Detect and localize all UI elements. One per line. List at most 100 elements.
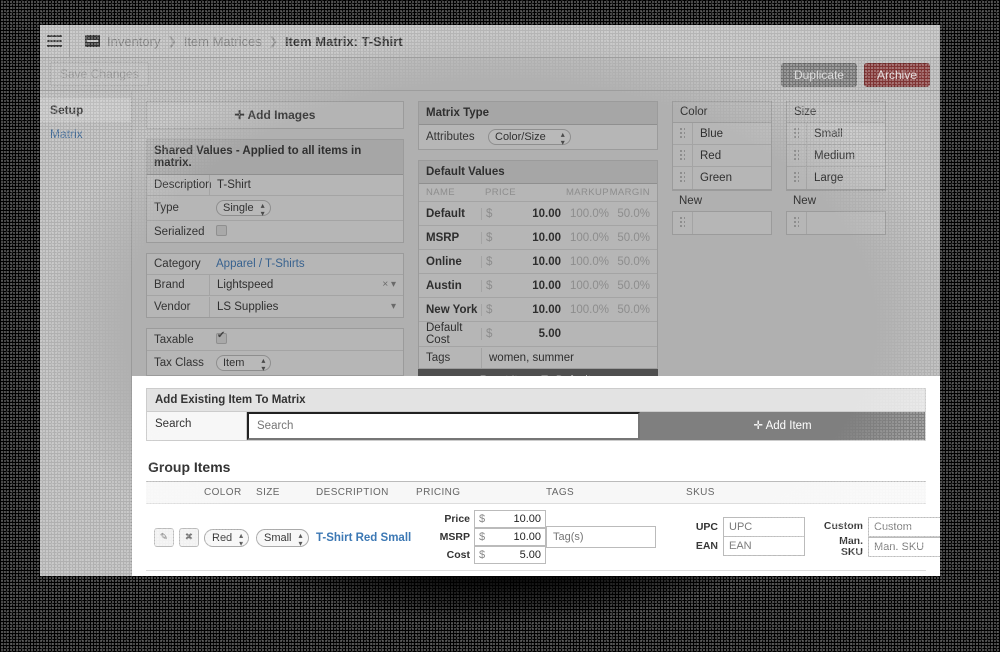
cost-field[interactable]: $ 5.00 <box>474 546 546 564</box>
table-row: Online $ 10.00 100.0% 50.0% <box>419 250 657 274</box>
breadcrumb: Inventory ❯ Item Matrices ❯ Item Matrix:… <box>70 34 403 49</box>
list-item[interactable]: Large <box>787 167 885 189</box>
tax-class-select[interactable]: Item ▴ ▾ <box>216 355 272 373</box>
row-size-cell: Small ▴ ▾ <box>256 528 316 548</box>
row-margin: 50.0% <box>617 279 650 292</box>
description-label: Description <box>154 179 212 191</box>
sidebar-item-matrix[interactable]: Matrix <box>40 122 131 146</box>
cost-value: 5.00 <box>519 549 541 561</box>
action-bar: Save Changes Duplicate Archive <box>40 58 940 91</box>
list-item[interactable]: Small <box>787 122 885 145</box>
item-description-link[interactable]: T-Shirt Red Small <box>316 532 411 544</box>
custom-input[interactable] <box>868 516 940 537</box>
row-price[interactable]: 10.00 <box>499 256 561 268</box>
list-item[interactable]: Medium <box>787 144 885 167</box>
search-label: Search <box>147 412 247 440</box>
duplicate-button[interactable]: Duplicate <box>780 63 857 87</box>
drag-handle-icon[interactable] <box>787 144 807 167</box>
vendor-field[interactable]: LS Supplies ▾ <box>209 296 403 317</box>
category-value[interactable]: Apparel / T-Shirts <box>209 254 403 274</box>
list-item[interactable]: Blue <box>673 122 771 145</box>
hamburger-icon[interactable] <box>40 25 70 58</box>
breadcrumb-inventory[interactable]: Inventory <box>107 34 160 49</box>
msrp-label: MSRP <box>439 531 470 543</box>
color-option-label: Blue <box>700 127 724 140</box>
breadcrumb-separator-2: ❯ <box>268 35 278 48</box>
attributes-select[interactable]: Color/Size ▴ ▾ <box>488 129 571 148</box>
serialized-checkbox[interactable] <box>216 225 227 236</box>
man-sku-line: Man. SKU <box>819 534 940 558</box>
page-title: Item Matrix: T-Shirt <box>284 33 403 49</box>
clear-and-chevron-icon[interactable]: × ▾ <box>382 279 396 290</box>
row-price[interactable]: 10.00 <box>499 208 561 220</box>
tax-panel: Taxable Tax Class Item ▴▾ <box>146 328 404 376</box>
description-field[interactable]: T-Shirt <box>209 175 403 195</box>
category-label: Category <box>154 258 201 270</box>
drag-handle-icon[interactable] <box>673 212 693 234</box>
tags-value[interactable]: women, summer <box>481 347 657 368</box>
lower-panel: Add Existing Item To Matrix Search ✛ Add… <box>132 376 940 576</box>
row-price[interactable]: 10.00 <box>499 304 561 316</box>
price-field[interactable]: $ 10.00 <box>474 510 546 528</box>
ean-input[interactable] <box>723 535 805 556</box>
drag-handle-icon[interactable] <box>787 167 807 189</box>
add-item-button[interactable]: ✛ Add Item <box>640 412 925 440</box>
serialized-label: Serialized <box>154 225 205 238</box>
chevron-updown-icon: ▴ ▾ <box>560 130 565 148</box>
sku-group-barcodes: UPC EAN <box>686 516 805 557</box>
default-values-header: NAME PRICE MARKUP MARGIN <box>419 184 657 202</box>
brand-label: Brand <box>154 279 185 291</box>
drag-handle-icon[interactable] <box>673 122 693 145</box>
drag-handle-icon[interactable] <box>673 167 693 189</box>
size-new-row[interactable] <box>787 212 885 234</box>
tags-label: Tags <box>426 351 451 364</box>
taxable-label: Taxable <box>154 333 194 346</box>
size-select[interactable]: Small ▴ ▾ <box>256 528 309 548</box>
table-row: Default $ 10.00 100.0% 50.0% <box>419 202 657 226</box>
column-color: Color Blue Red Green New <box>672 101 772 391</box>
default-cost-value[interactable]: 5.00 <box>499 328 561 340</box>
size-panel: Size Small Medium Large <box>786 101 886 190</box>
color-new-row[interactable] <box>673 212 771 234</box>
chevron-updown-icon: ▴ ▾ <box>239 530 244 548</box>
shared-values-panel: Shared Values - Applied to all items in … <box>146 139 404 243</box>
search-input[interactable] <box>247 412 640 440</box>
man-sku-input[interactable] <box>868 537 940 557</box>
custom-label: Custom <box>823 520 863 533</box>
chevron-down-icon[interactable]: ▾ <box>391 301 396 312</box>
row-price[interactable]: 10.00 <box>499 280 561 292</box>
add-images-button[interactable]: ✛ Add Images <box>146 101 404 129</box>
sidebar-item-setup[interactable]: Setup <box>40 98 131 122</box>
row-margin: 50.0% <box>617 231 650 244</box>
ean-label: EAN <box>695 539 718 552</box>
custom-line: Custom <box>819 516 940 537</box>
type-select[interactable]: Single ▴ ▾ <box>216 200 271 218</box>
archive-button[interactable]: Archive <box>863 63 930 87</box>
tags-input[interactable] <box>546 526 656 548</box>
row-markup: 100.0% <box>569 231 609 244</box>
save-changes-button[interactable]: Save Changes <box>50 62 149 86</box>
pencil-icon[interactable]: ✎ <box>154 527 174 547</box>
drag-handle-icon[interactable] <box>787 122 807 145</box>
breadcrumb-item-matrices[interactable]: Item Matrices <box>184 34 262 49</box>
list-item[interactable]: Green <box>673 167 771 189</box>
col-tags: TAGS <box>546 487 575 498</box>
close-x-icon[interactable]: ✖ <box>179 527 199 547</box>
list-item[interactable]: Red <box>673 144 771 167</box>
color-panel-title: Color <box>673 102 771 123</box>
drag-handle-icon[interactable] <box>787 212 807 234</box>
row-skus-cell: UPC EAN Custom <box>686 516 940 558</box>
msrp-field[interactable]: $ 10.00 <box>474 528 546 546</box>
size-panel-title: Size <box>787 102 885 123</box>
brand-field[interactable]: Lightspeed × ▾ <box>209 275 403 295</box>
taxable-checkbox[interactable] <box>216 330 227 344</box>
drag-handle-icon[interactable] <box>673 144 693 167</box>
row-name: Online <box>426 255 462 268</box>
attributes-value: Color/Size <box>495 131 546 143</box>
upc-input[interactable] <box>723 516 805 537</box>
color-select[interactable]: Red ▴ ▾ <box>204 528 250 548</box>
row-price[interactable]: 10.00 <box>499 232 561 244</box>
col-color: COLOR <box>204 487 242 498</box>
man-sku-label: Man. SKU <box>839 534 863 558</box>
default-cost-label: Default Cost <box>426 322 463 346</box>
